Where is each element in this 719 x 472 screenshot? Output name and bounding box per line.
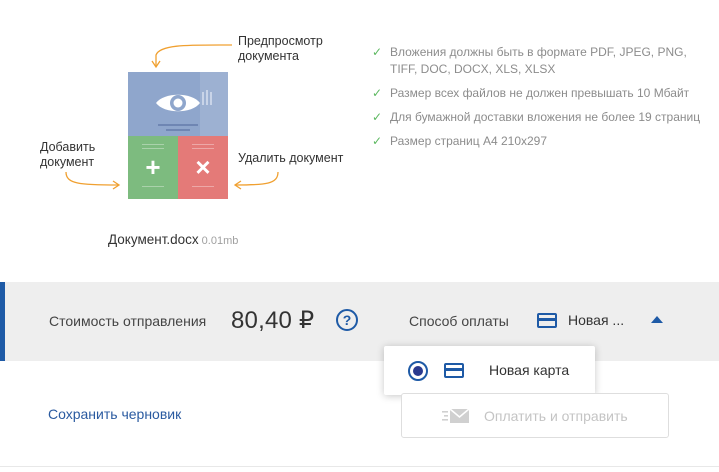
preview-line	[158, 124, 198, 126]
check-icon: ✓	[372, 134, 383, 148]
file-info: Документ.docx 0.01mb	[108, 232, 238, 247]
callout-preview-text: Предпросмотр документа	[238, 34, 323, 63]
requirement-text: Для бумажной доставки вложения не более …	[390, 110, 701, 124]
cost-value: 80,40 ₽	[231, 307, 315, 334]
help-icon[interactable]: ?	[336, 309, 358, 331]
requirements-list: ✓ Вложения должны быть в формате PDF, JPE…	[372, 44, 712, 157]
file-size: 0.01mb	[201, 235, 239, 247]
pay-method-label: Способ оплаты	[409, 313, 509, 329]
caret-up-icon	[651, 316, 663, 323]
pay-method-value: Новая ...	[568, 312, 625, 328]
dropdown-option-new-card[interactable]: Новая карта	[384, 346, 595, 395]
pay-and-send-label: Оплатить и отправить	[484, 408, 628, 424]
credit-card-icon	[537, 313, 557, 328]
callout-add-text: Добавить документ	[40, 140, 96, 169]
check-icon: ✓	[372, 86, 383, 100]
check-icon: ✓	[372, 110, 383, 124]
requirement-item: ✓ Вложения должны быть в формате PDF, JPE…	[372, 44, 712, 78]
radio-selected[interactable]	[408, 361, 428, 381]
envelope-send-icon	[442, 408, 470, 423]
callout-preview: Предпросмотр документа	[238, 34, 323, 64]
pay-and-send-button[interactable]: Оплатить и отправить	[401, 393, 669, 438]
cost-label: Стоимость отправления	[49, 313, 207, 329]
delete-document-button[interactable]: ×	[178, 136, 228, 199]
preview-document-button[interactable]	[128, 72, 228, 136]
requirement-text: Размер страниц А4 210x297	[390, 134, 548, 148]
document-tile: + ×	[128, 72, 228, 199]
requirement-item: ✓ Размер страниц А4 210x297	[372, 133, 712, 150]
add-document-button[interactable]: +	[128, 136, 178, 199]
credit-card-icon	[444, 363, 464, 378]
callout-delete-text: Удалить документ	[238, 151, 344, 165]
preview-line	[166, 129, 190, 131]
attachment-illustration: + × Предпросмотр документа Добавить доку…	[0, 0, 360, 270]
requirement-item: ✓ Для бумажной доставки вложения не более…	[372, 109, 712, 126]
pay-method-select[interactable]: Новая ...	[535, 308, 669, 332]
cost-bar: Стоимость отправления 80,40 ₽ ? Способ о…	[0, 282, 719, 361]
pay-method-dropdown: Новая карта	[384, 346, 595, 395]
file-name: Документ.docx	[108, 232, 199, 247]
callout-delete: Удалить документ	[238, 151, 343, 166]
eye-icon	[156, 90, 212, 112]
save-draft-link[interactable]: Сохранить черновик	[48, 406, 181, 422]
close-icon: ×	[195, 152, 211, 182]
callout-add: Добавить документ	[40, 140, 95, 170]
requirement-item: ✓ Размер всех файлов не должен превышать …	[372, 85, 712, 102]
requirement-text: Вложения должны быть в формате PDF, JPEG…	[390, 45, 687, 76]
requirement-text: Размер всех файлов не должен превышать 1…	[390, 86, 690, 100]
plus-icon: +	[145, 152, 161, 182]
send-attachment-page: + × Предпросмотр документа Добавить доку…	[0, 0, 719, 472]
bottom-divider	[0, 466, 719, 467]
dropdown-option-label: Новая карта	[489, 362, 570, 378]
check-icon: ✓	[372, 45, 383, 59]
